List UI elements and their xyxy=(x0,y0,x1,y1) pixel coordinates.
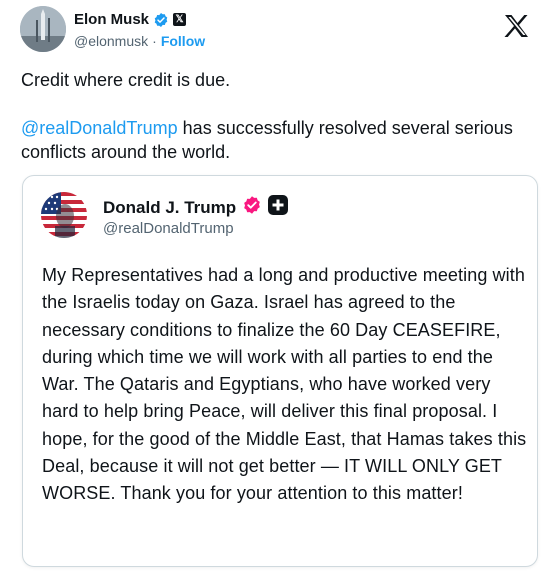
verified-badge-icon xyxy=(153,12,169,28)
quoted-author-name[interactable]: Donald J. Trump xyxy=(103,198,236,218)
quoted-author-handle[interactable]: @realDonaldTrump xyxy=(103,220,234,237)
author-handle-row: @elonmusk · Follow xyxy=(74,33,205,49)
tweet-card: Elon Musk 𝕏 @elonmusk · Follow Credit wh… xyxy=(0,0,550,573)
x-affiliation-icon: 𝕏 xyxy=(173,13,187,26)
tweet-line-2: @realDonaldTrump has successfully resolv… xyxy=(21,116,526,164)
mention-link[interactable]: @realDonaldTrump xyxy=(21,118,178,138)
quoted-text: My Representatives had a long and produc… xyxy=(42,265,527,504)
separator-dot: · xyxy=(152,33,157,49)
x-logo-icon[interactable] xyxy=(504,14,530,38)
quoted-avatar[interactable] xyxy=(41,192,87,238)
author-name[interactable]: Elon Musk xyxy=(74,11,149,28)
flag-portrait-icon xyxy=(41,192,87,238)
verified-badge-icon xyxy=(242,195,262,220)
tweet-header: Elon Musk 𝕏 @elonmusk · Follow xyxy=(20,6,540,56)
follow-link[interactable]: Follow xyxy=(161,33,205,49)
quoted-name-row: Donald J. Trump xyxy=(103,195,289,220)
quoted-tweet[interactable]: Donald J. Trump @realDonaldTrump My Repr… xyxy=(22,175,538,567)
author-handle[interactable]: @elonmusk xyxy=(74,33,148,49)
avatar[interactable] xyxy=(20,6,66,52)
rocket-avatar-icon xyxy=(20,6,66,52)
author-name-row: Elon Musk 𝕏 xyxy=(74,11,187,28)
tweet-line-1: Credit where credit is due. xyxy=(21,70,231,90)
tweet-text: Credit where credit is due. @realDonaldT… xyxy=(21,68,526,164)
plus-badge-icon xyxy=(268,195,289,220)
